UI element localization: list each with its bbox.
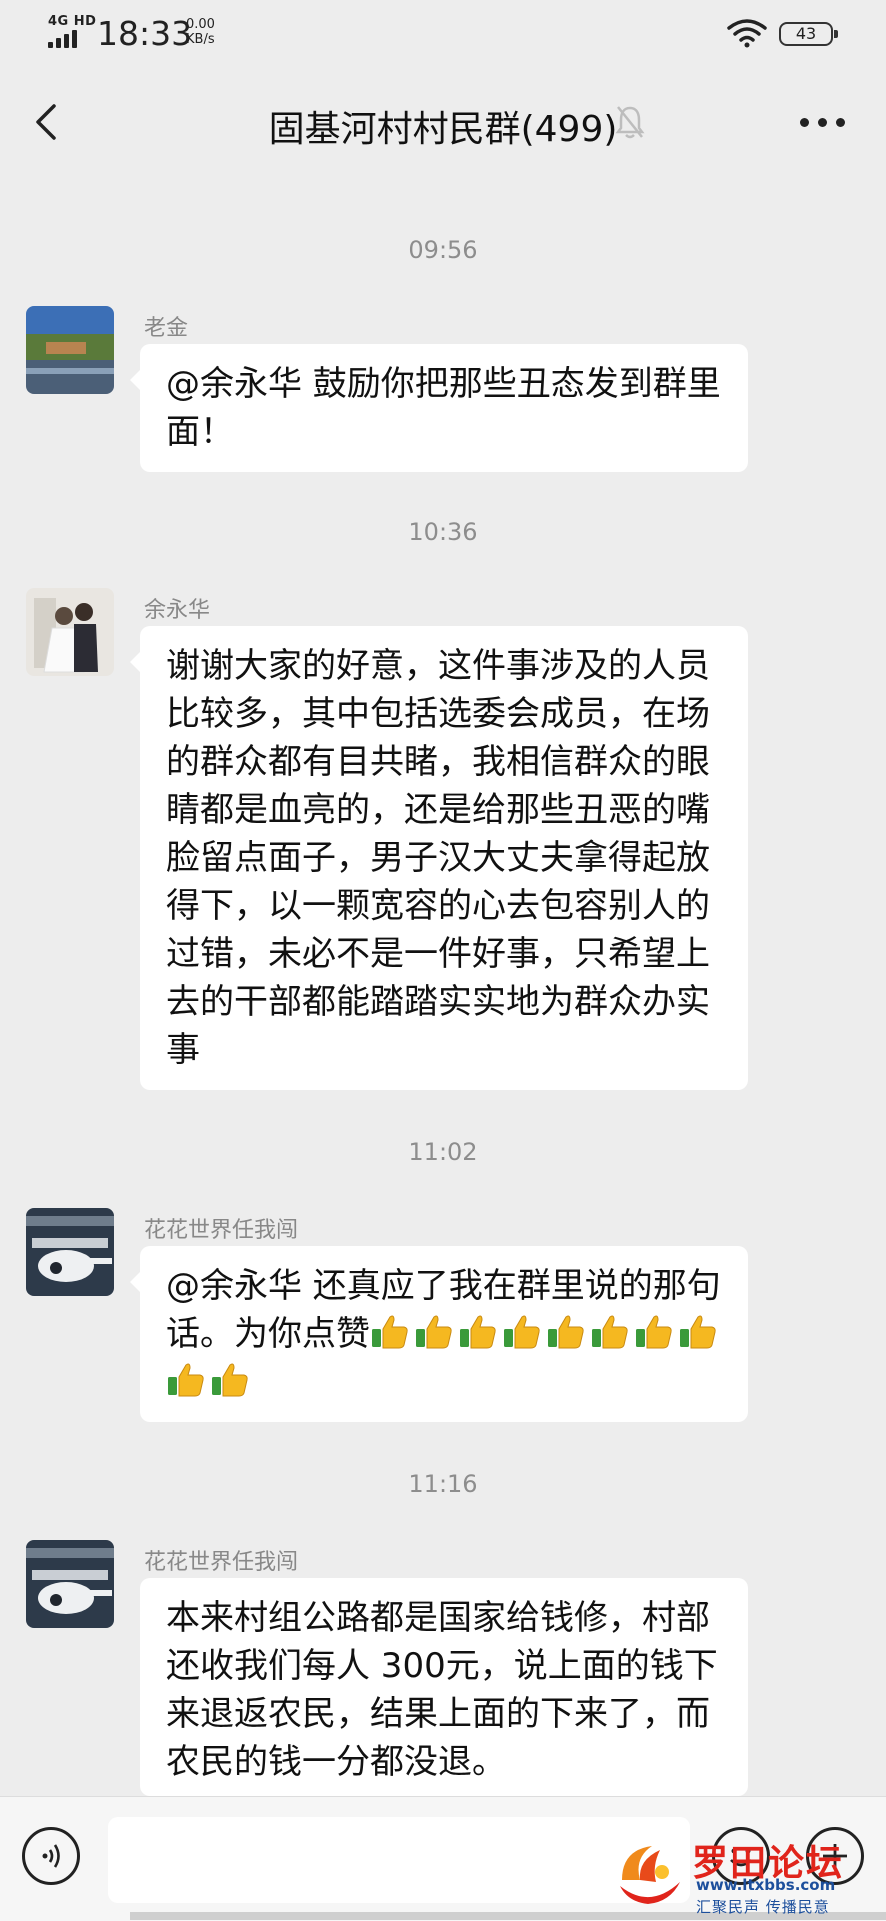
thumbs-up-icon: [636, 1315, 672, 1349]
thumbs-up-icon: [460, 1315, 496, 1349]
thumbs-up-icon: [168, 1363, 204, 1397]
watermark-slogan: 汇聚民声 传播民意: [696, 1898, 830, 1916]
message-input[interactable]: [108, 1817, 690, 1903]
forum-watermark: 罗田论坛 www.ltxbbs.com 汇聚民声 传播民意: [612, 1836, 886, 1920]
status-time: 18:33: [97, 14, 193, 53]
network-speed-unit: KB/s: [186, 32, 215, 47]
more-icon[interactable]: [800, 118, 846, 128]
mute-bell-icon: [615, 106, 645, 139]
message-timestamp: 11:16: [408, 1470, 478, 1498]
message-text: @余永华 鼓励你把那些丑态发到群里面！: [166, 364, 721, 452]
thumbs-up-icon: [548, 1315, 584, 1349]
thumbs-up-icon: [416, 1315, 452, 1349]
avatar[interactable]: [26, 306, 114, 394]
sender-name: 老金: [144, 316, 189, 341]
thumbs-up-icon: [592, 1315, 628, 1349]
message-bubble[interactable]: @余永华 鼓励你把那些丑态发到群里面！: [130, 344, 748, 472]
sender-name: 花花世界任我闯: [144, 1218, 299, 1243]
message-timestamp: 09:56: [408, 236, 478, 264]
watermark-url: www.ltxbbs.com: [696, 1876, 836, 1894]
wifi-icon: [727, 19, 767, 48]
sender-name: 余永华: [144, 598, 211, 623]
avatar[interactable]: [26, 1540, 114, 1628]
thumbs-up-icon: [504, 1315, 540, 1349]
chat-header: 固基河村村民群(499): [0, 66, 886, 176]
network-type: 4G HD: [48, 14, 97, 29]
message-timestamp: 10:36: [408, 518, 478, 546]
chat-title: 固基河村村民群(499): [268, 109, 618, 150]
status-bar: 4G HD 18:33 0.00 KB/s 43: [0, 0, 886, 66]
thumbs-up-icon: [212, 1363, 248, 1397]
avatar[interactable]: [26, 1208, 114, 1296]
forum-logo-icon: [620, 1846, 680, 1904]
thumbs-up-icon: [680, 1315, 716, 1349]
thumbs-up-icon: [372, 1315, 408, 1349]
signal-icon: [48, 30, 82, 48]
avatar[interactable]: [26, 588, 114, 676]
message-bubble[interactable]: @余永华 还真应了我在群里说的那句话。为你点赞: [130, 1246, 748, 1422]
sender-name: 花花世界任我闯: [144, 1550, 299, 1575]
battery-icon: 43: [779, 22, 838, 46]
network-speed: 0.00 KB/s: [186, 17, 215, 47]
message-text: 谢谢大家的好意，这件事涉及的人员比较多，其中包括选委会成员，在场的群众都有目共睹…: [166, 646, 710, 1070]
message-bubble[interactable]: 本来村组公路都是国家给钱修，村部还收我们每人 300元，说上面的钱下来退返农民，…: [140, 1578, 748, 1796]
voice-icon[interactable]: [22, 1827, 80, 1885]
network-speed-value: 0.00: [186, 17, 215, 32]
message-timestamp: 11:02: [408, 1138, 478, 1166]
message-bubble[interactable]: 谢谢大家的好意，这件事涉及的人员比较多，其中包括选委会成员，在场的群众都有目共睹…: [130, 626, 748, 1090]
message-text: 本来村组公路都是国家给钱修，村部还收我们每人 300元，说上面的钱下来退返农民，…: [166, 1598, 718, 1782]
